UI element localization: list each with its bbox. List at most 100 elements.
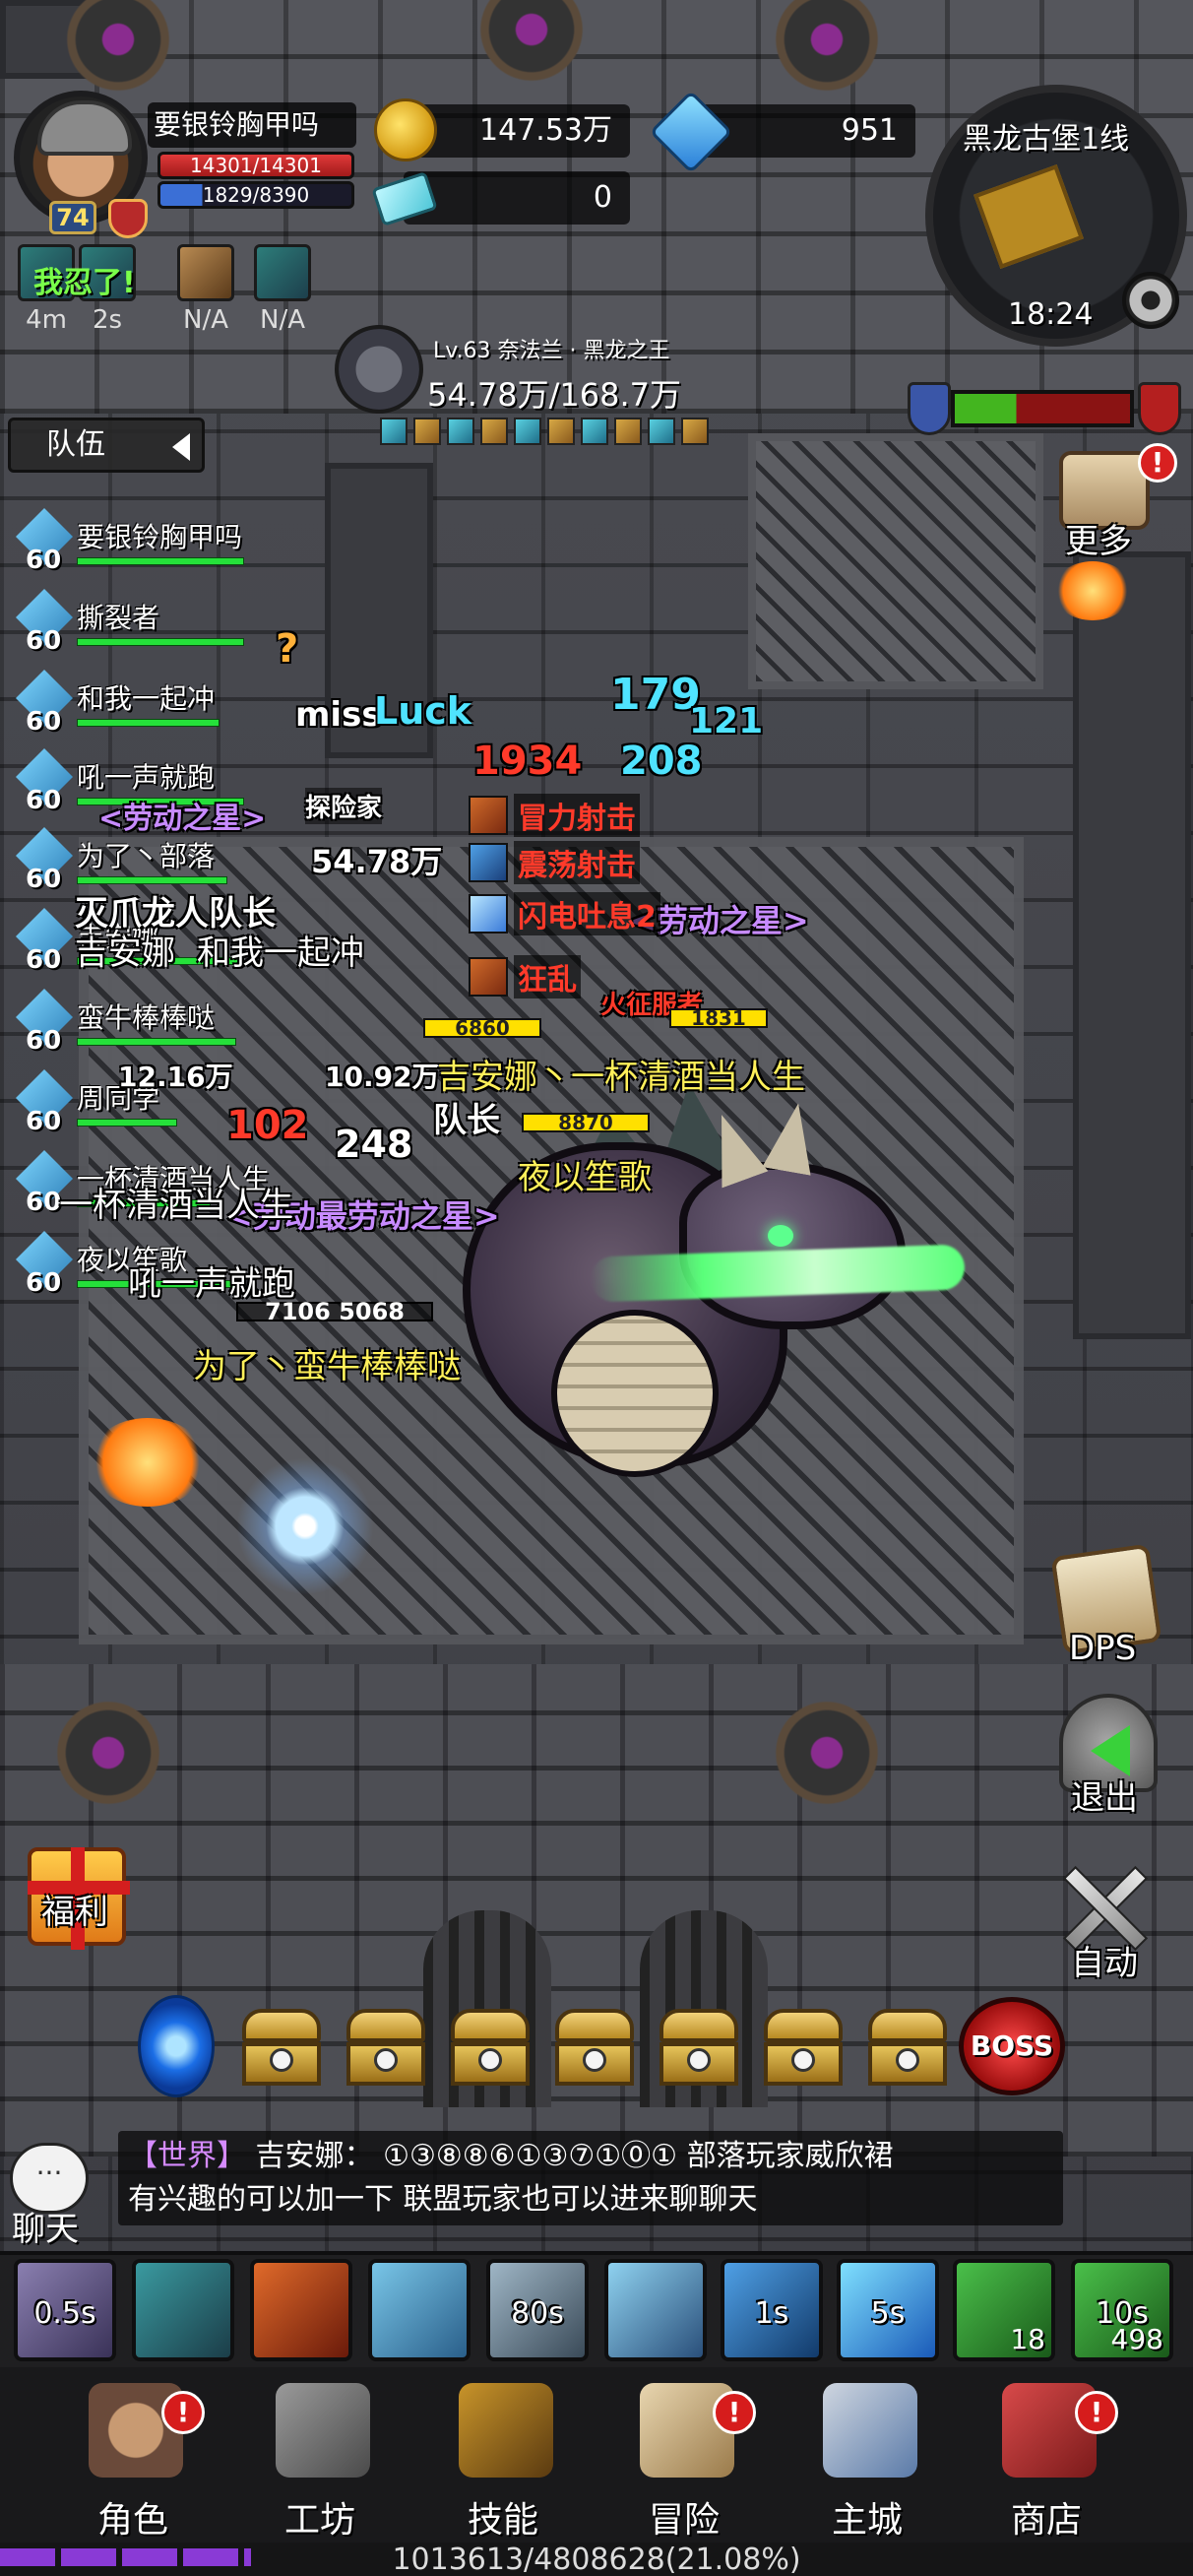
exit-arrow-icon — [1091, 1725, 1130, 1776]
nav-item[interactable]: 工坊 — [246, 2383, 394, 2541]
portal-icon[interactable] — [138, 1995, 215, 2097]
chest-lock-icon — [270, 2048, 293, 2072]
treasure-chest-icon[interactable] — [451, 2009, 530, 2088]
chest-lock-icon — [896, 2048, 919, 2072]
skill-popup-icon — [469, 843, 508, 882]
member-name: 蛮牛棒棒哒 — [77, 1001, 216, 1034]
gold-amount: 147.53万 — [404, 104, 630, 158]
skill-popup-icon — [469, 957, 508, 997]
chat-sender: 吉安娜： — [255, 2139, 374, 2173]
treasure-chest-icon[interactable] — [242, 2009, 321, 2088]
ice-crystal-icon[interactable]: 5s — [837, 2259, 939, 2361]
potion-icon[interactable]: 10s 498 — [1071, 2259, 1173, 2361]
chat-message: ①③⑧⑧⑥①③⑦①⓪① 部落玩家威欣裙 — [383, 2139, 894, 2173]
team-member[interactable]: 60 要银铃胸甲吗 — [16, 508, 291, 587]
team-tab[interactable]: 队伍 — [8, 418, 205, 473]
treasure-chest-icon[interactable] — [868, 2009, 947, 2088]
name-tag: 吉安娜丶一杯清酒当人生 — [437, 1058, 805, 1097]
name-tag: 吉安娜 — [75, 934, 175, 973]
chest-lock-icon — [374, 2048, 398, 2072]
target-mark-icon[interactable] — [250, 2259, 352, 2361]
settings-gear-icon[interactable] — [1122, 272, 1179, 329]
player-mp-bar: 1829/8390 — [157, 181, 354, 209]
member-hp-tag: 1831 — [669, 1008, 768, 1028]
nav-item[interactable]: 冒险! — [610, 2383, 758, 2541]
exit-label: 退出 — [1071, 1778, 1138, 1818]
chat-message: 有兴趣的可以加一下 联盟玩家也可以进来聊聊天 — [128, 2182, 758, 2217]
member-hp-tag: 7106 5068 — [236, 1300, 433, 1323]
member-level: 60 — [26, 1107, 62, 1136]
serpent-sting-icon[interactable] — [132, 2259, 234, 2361]
miss-text: miss — [295, 695, 382, 735]
damage-number: 10.92万 — [325, 1061, 440, 1093]
spear-strike-icon[interactable]: 80s — [486, 2259, 589, 2361]
alliance-banner-icon — [908, 382, 951, 435]
chest-lid — [868, 2009, 947, 2042]
skill-cooldown: 5s — [870, 2296, 906, 2331]
treasure-chest-icon[interactable] — [555, 2009, 634, 2088]
nav-label: 技能 — [467, 2500, 538, 2541]
skill-popup: 冒力射击 — [469, 794, 640, 837]
name-tag: 吼一声就跑 — [128, 1264, 295, 1304]
team-member[interactable]: 60 和我一起冲 — [16, 670, 291, 748]
nav-item[interactable]: 商店! — [973, 2383, 1120, 2541]
member-name: 撕裂者 — [77, 602, 160, 634]
boss-hp-text: 54.78万/168.7万 — [427, 376, 682, 414]
buff-timer: N/A — [183, 305, 228, 335]
hunter-trap-icon[interactable] — [368, 2259, 471, 2361]
treasure-chest-icon[interactable] — [346, 2009, 425, 2088]
chest-lid — [659, 2009, 738, 2042]
member-hp-bar — [77, 876, 227, 884]
skill-popup-label: 狂乱 — [514, 955, 581, 998]
skill-book-icon — [459, 2383, 553, 2478]
chest-lid — [451, 2009, 530, 2042]
blade-buff-icon[interactable] — [254, 244, 311, 301]
buff-overlay-text: 我忍了! — [33, 266, 136, 300]
treasure-chest-icon[interactable] — [659, 2009, 738, 2088]
nav-label: 商店 — [1010, 2500, 1082, 2541]
chest-lock-icon — [478, 2048, 502, 2072]
damage-number: 208 — [620, 739, 703, 784]
chest-lock-icon — [583, 2048, 606, 2072]
member-hp-tag: 8870 — [522, 1113, 650, 1132]
bread-food-icon[interactable]: 18 — [953, 2259, 1055, 2361]
member-hp-bar — [77, 1038, 236, 1046]
nav-item[interactable]: 主城 — [793, 2383, 941, 2541]
skill-popup: 闪电吐息2 — [469, 892, 660, 935]
collapse-arrow-icon[interactable] — [172, 433, 190, 461]
skill-popup-label: 闪电吐息2 — [514, 892, 660, 935]
treasure-chest-icon[interactable] — [764, 2009, 843, 2088]
chat-box[interactable]: 【世界】 吉安娜： ①③⑧⑧⑥①③⑦①⓪① 部落玩家威欣裙 有兴趣的可以加一下 … — [118, 2131, 1063, 2225]
boss-stage-icon[interactable]: BOSS — [959, 1997, 1065, 2095]
boss-buff-icon — [480, 418, 508, 445]
damage-number: 12.16万 — [118, 1061, 233, 1093]
player-level: 74 — [49, 201, 96, 234]
floor-grate — [748, 433, 1043, 689]
skill-cooldown: 1s — [754, 2296, 789, 2331]
more-alert-badge: ! — [1138, 443, 1177, 483]
member-hp-bar — [77, 557, 244, 565]
chest-lid — [242, 2009, 321, 2042]
member-name: 为了丶部落 — [77, 840, 216, 872]
nav-item[interactable]: 角色! — [59, 2383, 207, 2541]
multi-shot-icon[interactable] — [604, 2259, 707, 2361]
chat-label[interactable]: 聊天 — [12, 2202, 79, 2250]
luck-text: Luck — [374, 689, 472, 733]
team-member[interactable]: 60 撕裂者 — [16, 589, 291, 668]
name-tag: 为了丶蛮牛棒棒哒 — [193, 1347, 461, 1386]
nav-item[interactable]: 技能 — [429, 2383, 577, 2541]
name-tag: 夜以笙歌 — [518, 1158, 652, 1197]
member-hp-bar — [77, 1119, 177, 1127]
player-hp-bar: 14301/14301 — [157, 152, 354, 179]
wall-pillar — [1073, 551, 1191, 1339]
member-level: 60 — [26, 1188, 62, 1217]
arrow-volley-icon[interactable]: 0.5s — [14, 2259, 116, 2361]
boss-buff-icon — [547, 418, 575, 445]
piercing-arrow-icon[interactable]: 1s — [721, 2259, 823, 2361]
chest-lid — [764, 2009, 843, 2042]
minimap-title: 黑龙古堡1线 — [963, 122, 1130, 157]
fire-effect-icon — [89, 1418, 207, 1507]
boss-buff-icon — [447, 418, 474, 445]
more-label: 更多 — [1065, 522, 1132, 561]
chest-buff-icon[interactable] — [177, 244, 234, 301]
